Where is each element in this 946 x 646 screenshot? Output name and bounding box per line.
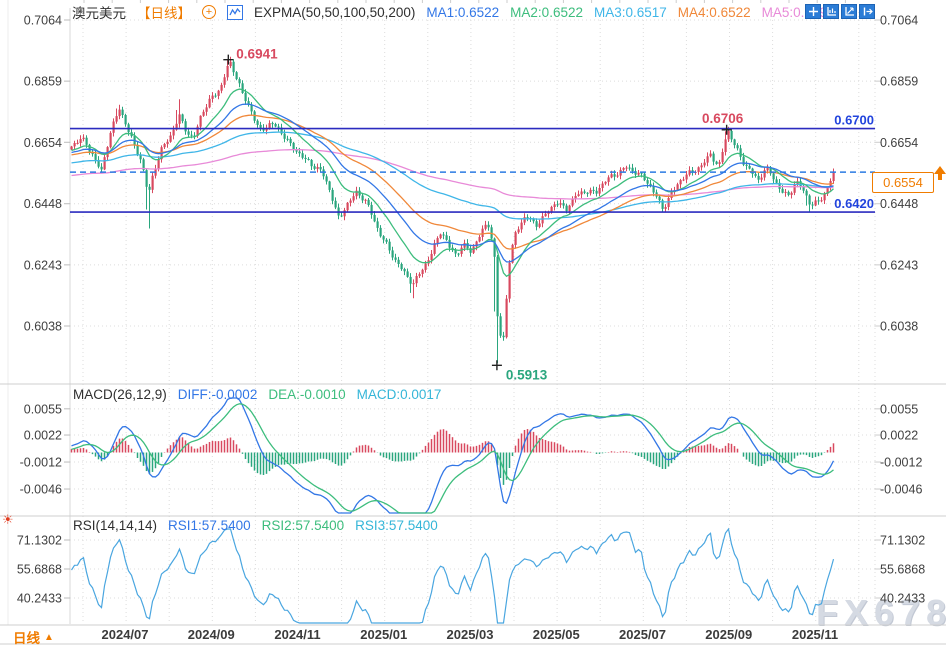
caret-up-icon: ▲ [44, 632, 54, 643]
sun-settings-icon[interactable]: ☀ [2, 513, 14, 527]
svg-text:2024/11: 2024/11 [274, 627, 320, 642]
svg-text:2025/03: 2025/03 [447, 627, 494, 642]
svg-text:2024/07: 2024/07 [102, 627, 149, 642]
svg-text:55.6868: 55.6868 [880, 563, 925, 577]
svg-text:2025/07: 2025/07 [619, 627, 666, 642]
footer-timeframe-label: 日线 [13, 627, 40, 646]
svg-text:0.6859: 0.6859 [880, 75, 918, 89]
rsi2-value: RSI2:57.5400 [262, 518, 345, 533]
indicator-panels-layer [72, 398, 834, 623]
labels-layer: 0.6700 0.6420 0.6941 0.6706 0.5913 0.7064 0.70… [17, 14, 946, 643]
macd-macd-value: MACD:0.0017 [357, 387, 442, 402]
svg-text:40.2433: 40.2433 [880, 592, 925, 606]
svg-text:0.0055: 0.0055 [880, 402, 918, 416]
svg-text:0.0022: 0.0022 [24, 429, 62, 443]
svg-text:0.0022: 0.0022 [880, 429, 918, 443]
svg-text:2025/01: 2025/01 [360, 627, 407, 642]
footer-timeframe-button[interactable]: 日线 ▲ [13, 627, 54, 646]
ma3-value: MA3:0.6517 [594, 5, 667, 20]
macd-dea-value: DEA:-0.0010 [268, 387, 345, 402]
ma4-value: MA4:0.6522 [678, 5, 751, 20]
expma-indicator-label: EXPMA(50,50,100,50,200) [254, 5, 415, 20]
svg-text:0.6941: 0.6941 [236, 47, 278, 62]
svg-text:71.1302: 71.1302 [17, 534, 62, 548]
svg-text:0.6038: 0.6038 [880, 320, 918, 334]
svg-text:-0.0046: -0.0046 [20, 483, 62, 497]
svg-text:2025/11: 2025/11 [792, 627, 838, 642]
svg-text:0.6654: 0.6654 [24, 136, 62, 150]
svg-text:-0.0012: -0.0012 [880, 456, 922, 470]
svg-text:0.5913: 0.5913 [506, 367, 548, 382]
symbol-name: 澳元美元 [72, 2, 126, 22]
timeframe-label[interactable]: 【日线】 [137, 2, 191, 22]
svg-text:0.6859: 0.6859 [24, 75, 62, 89]
grid-layer [0, 0, 946, 644]
indicator-window-icon[interactable] [823, 4, 839, 19]
svg-text:0.6420: 0.6420 [834, 196, 874, 211]
ma1-value: MA1:0.6522 [426, 5, 499, 20]
add-overlay-icon[interactable]: + [202, 5, 216, 19]
rsi3-value: RSI3:57.5400 [355, 518, 438, 533]
macd-diff-value: DIFF:-0.0002 [178, 387, 258, 402]
svg-text:55.6868: 55.6868 [17, 563, 62, 577]
svg-text:0.6448: 0.6448 [24, 197, 62, 211]
rsi-legend: RSI(14,14,14) RSI1:57.5400 RSI2:57.5400 … [73, 518, 438, 533]
svg-text:-0.0012: -0.0012 [20, 456, 62, 470]
chart-canvas[interactable]: 0.6700 0.6420 0.6941 0.6706 0.5913 0.7064 0.70… [0, 0, 946, 646]
crosshair-tool-icon[interactable] [805, 4, 821, 19]
svg-text:0.6243: 0.6243 [24, 258, 62, 272]
svg-text:0.6243: 0.6243 [880, 258, 918, 272]
axis-scale-icon[interactable] [841, 4, 857, 19]
macd-legend: MACD(26,12,9) DIFF:-0.0002 DEA:-0.0010 M… [73, 387, 441, 402]
svg-text:40.2433: 40.2433 [17, 592, 62, 606]
indicator-chart-icon[interactable] [227, 5, 243, 20]
svg-text:0.6706: 0.6706 [702, 111, 744, 126]
svg-text:-0.0046: -0.0046 [880, 483, 922, 497]
rsi-title: RSI(14,14,14) [73, 518, 157, 533]
chart-window: FX678 0.67000.64200.69410.67060.59130.70… [0, 0, 946, 646]
zigzag-glyph [229, 7, 241, 17]
rsi1-value: RSI1:57.5400 [168, 518, 251, 533]
svg-text:2024/09: 2024/09 [188, 627, 235, 642]
svg-text:71.1302: 71.1302 [880, 534, 925, 548]
candles-layer [71, 57, 835, 364]
svg-text:0.6448: 0.6448 [880, 197, 918, 211]
svg-text:2025/05: 2025/05 [533, 627, 580, 642]
svg-text:2025/09: 2025/09 [705, 627, 752, 642]
chart-toolbar [805, 4, 875, 19]
header-legend: 澳元美元 【日线】 + EXPMA(50,50,100,50,200) MA1:… [72, 3, 834, 21]
svg-text:0.0055: 0.0055 [24, 402, 62, 416]
svg-text:0.6654: 0.6654 [880, 136, 918, 150]
macd-title: MACD(26,12,9) [73, 387, 167, 402]
svg-text:0.6700: 0.6700 [834, 113, 874, 128]
collapse-panel-icon[interactable] [859, 4, 875, 19]
svg-text:0.7064: 0.7064 [880, 14, 918, 28]
svg-text:0.6038: 0.6038 [24, 320, 62, 334]
ma2-value: MA2:0.6522 [510, 5, 583, 20]
current-price-tag: 0.6554 [872, 172, 934, 193]
svg-text:0.7064: 0.7064 [24, 14, 62, 28]
